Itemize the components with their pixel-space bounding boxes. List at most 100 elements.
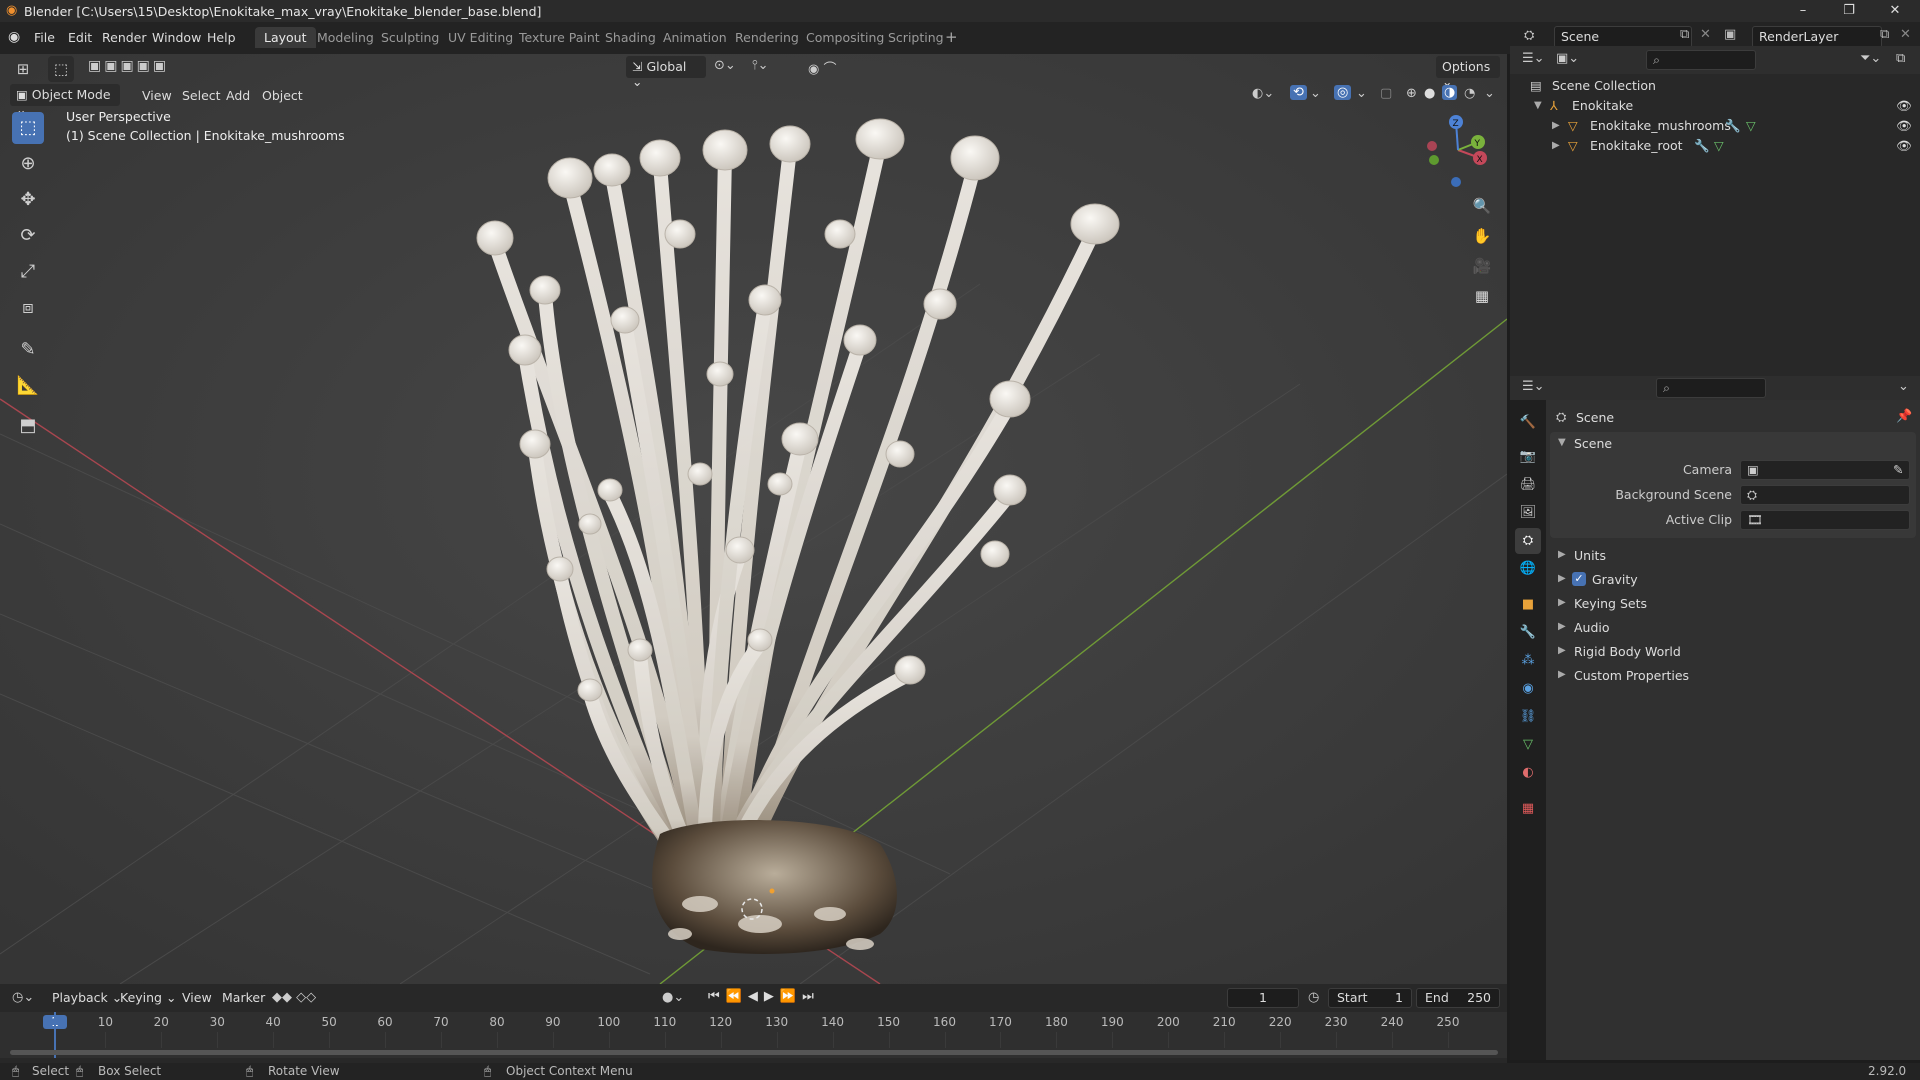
proportional-edit-icon[interactable]: ◉ ⌒ xyxy=(808,58,836,77)
current-frame-field[interactable]: 1 xyxy=(1227,988,1299,1008)
timeline-menu-keying[interactable]: Keying ⌄ xyxy=(114,988,182,1007)
delete-scene-icon[interactable]: ✕ xyxy=(1700,27,1711,42)
background-scene-field[interactable]: ⛭ xyxy=(1740,485,1910,505)
outliner-row-enokitake-mushrooms[interactable]: ▶ ▽ Enokitake_mushrooms 🔧 ▽ 👁 xyxy=(1510,118,1920,138)
scene-type-icon[interactable]: ⛭ xyxy=(1524,28,1534,43)
scene-panel-title[interactable]: Scene xyxy=(1574,436,1612,451)
navigation-gizmo[interactable]: X Y Z xyxy=(1420,110,1500,190)
maximize-button[interactable]: ❐ xyxy=(1826,0,1872,22)
modifier-wrench-icon[interactable]: 🔧 xyxy=(1725,118,1741,134)
overlay-toggle-icon[interactable]: ◎ xyxy=(1334,85,1352,100)
active-clip-field[interactable]: 🎞 xyxy=(1740,510,1910,530)
gizmo-toggle-icon[interactable]: ⟲ xyxy=(1290,85,1307,100)
perspective-grid-icon[interactable]: ▦ xyxy=(1468,282,1496,310)
panel-collapse-arrow-icon[interactable]: ▼ xyxy=(1558,437,1566,448)
constraints-tab-icon[interactable]: ⛓ xyxy=(1515,704,1541,730)
object-tab-icon[interactable]: ■ xyxy=(1515,592,1541,618)
rigid-body-world-section[interactable]: ▶ Rigid Body World xyxy=(1550,642,1916,662)
timeline-track[interactable]: 1102030405060708090100110120130140150160… xyxy=(0,1012,1507,1058)
select-box-modes-icon[interactable]: ▣▣▣▣▣ xyxy=(88,58,169,74)
shading-dropdown-icon[interactable]: ⌄ xyxy=(1484,86,1495,101)
new-scene-icon[interactable]: ⧉ xyxy=(1680,27,1689,42)
playback-controls-icon[interactable]: ⏮⏪◀▶⏩⏭ xyxy=(708,989,820,1004)
audio-section[interactable]: ▶ Audio xyxy=(1550,618,1916,638)
texture-tab-icon[interactable]: ▦ xyxy=(1515,796,1541,822)
new-render-layer-icon[interactable]: ⧉ xyxy=(1880,27,1889,42)
menu-file[interactable]: File xyxy=(28,28,61,47)
particles-tab-icon[interactable]: ⁂ xyxy=(1515,648,1541,674)
tab-sculpting[interactable]: Sculpting xyxy=(372,27,448,48)
material-preview-shading-icon[interactable]: ◑ xyxy=(1442,85,1458,100)
minimize-button[interactable]: – xyxy=(1780,0,1826,22)
output-tab-icon[interactable]: 🖨 xyxy=(1515,472,1541,498)
measure-tool-icon[interactable]: 📐 xyxy=(12,370,44,402)
visibility-eye-icon[interactable]: 👁 xyxy=(1896,118,1912,134)
gizmo-neg-y[interactable] xyxy=(1429,155,1439,165)
scene-selector[interactable]: Scene xyxy=(1554,26,1692,48)
xray-icon[interactable]: ▢ xyxy=(1380,86,1392,101)
tab-animation[interactable]: Animation xyxy=(654,27,736,48)
zoom-icon[interactable]: 🔍 xyxy=(1468,192,1496,220)
gravity-section[interactable]: ▶ ✓ Gravity xyxy=(1550,570,1916,590)
tab-layout[interactable]: Layout xyxy=(255,27,316,48)
delete-render-layer-icon[interactable]: ✕ xyxy=(1900,27,1911,42)
wireframe-shading-icon[interactable]: ⊕ xyxy=(1406,86,1417,101)
record-icon[interactable]: ●⌄ xyxy=(662,990,684,1005)
custom-properties-section[interactable]: ▶ Custom Properties xyxy=(1550,666,1916,686)
transform-orientation-dropdown[interactable]: ⇲ Global ⌄ xyxy=(626,56,706,89)
outliner-row-enokitake-root[interactable]: ▶ ▽ Enokitake_root 🔧 ▽ 👁 xyxy=(1510,138,1920,158)
data-tab-icon[interactable]: ▽ xyxy=(1515,732,1541,758)
eyedropper-icon[interactable]: ✎ xyxy=(1893,462,1903,477)
visibility-eye-icon[interactable]: 👁 xyxy=(1896,98,1912,114)
start-frame-field[interactable]: Start 1 xyxy=(1328,988,1412,1008)
rendered-shading-icon[interactable]: ◔ xyxy=(1464,86,1475,101)
timeline-menu-marker[interactable]: Marker xyxy=(216,988,271,1007)
blender-menu-icon[interactable]: ◉ xyxy=(8,29,20,45)
view-layer-icon[interactable]: ▣ xyxy=(1724,27,1736,42)
tab-texture-paint[interactable]: Texture Paint xyxy=(510,27,609,48)
world-tab-icon[interactable]: 🌐 xyxy=(1515,556,1541,582)
new-collection-icon[interactable]: ⧉ xyxy=(1896,51,1905,66)
transform-tool-icon[interactable]: ⧈ xyxy=(12,292,44,324)
render-tab-icon[interactable]: 📷 xyxy=(1515,444,1541,470)
tab-scripting[interactable]: Scripting xyxy=(879,27,953,48)
outliner-row-scene-collection[interactable]: ▤ Scene Collection xyxy=(1510,78,1920,98)
properties-options-icon[interactable]: ⌄ xyxy=(1898,379,1909,394)
outliner-row-enokitake[interactable]: ▼ ⅄ Enokitake 👁 xyxy=(1510,98,1920,118)
preview-range-icon[interactable]: ◷ xyxy=(1308,990,1319,1005)
scene-tab-icon[interactable]: ⛭ xyxy=(1515,528,1541,554)
camera-field[interactable]: ▣ ✎ xyxy=(1740,460,1910,480)
menu-window[interactable]: Window xyxy=(146,28,207,47)
visibility-eye-icon[interactable]: 👁 xyxy=(1896,138,1912,154)
viewport-menu-add[interactable]: Add xyxy=(220,86,256,105)
viewport-menu-view[interactable]: View xyxy=(136,86,178,105)
timeline-menu-view[interactable]: View xyxy=(176,988,218,1007)
tab-rendering[interactable]: Rendering xyxy=(726,27,808,48)
3d-viewport[interactable] xyxy=(0,54,1507,984)
units-section[interactable]: ▶ Units xyxy=(1550,546,1916,566)
viewport-menu-object[interactable]: Object xyxy=(256,86,309,105)
expand-arrow-icon[interactable]: ▶ xyxy=(1552,120,1560,131)
physics-tab-icon[interactable]: ◉ xyxy=(1515,676,1541,702)
close-button[interactable]: ✕ xyxy=(1872,0,1918,22)
editor-type-icon[interactable]: ⊞ xyxy=(10,56,36,82)
move-tool-icon[interactable]: ✥ xyxy=(12,184,44,216)
properties-editor-icon[interactable]: ☰⌄ xyxy=(1522,379,1545,394)
pan-hand-icon[interactable]: ✋ xyxy=(1468,222,1496,250)
snap-icon[interactable]: ⫯⌄ xyxy=(752,58,769,73)
expand-arrow-icon[interactable]: ▼ xyxy=(1534,100,1542,111)
expand-arrow-icon[interactable]: ▶ xyxy=(1552,140,1560,151)
object-mode-dropdown[interactable]: ▣ Object Mode ⌄ xyxy=(10,84,120,117)
outliner-editor-icon[interactable]: ☰⌄ xyxy=(1522,51,1545,66)
view-layer-tab-icon[interactable]: 🖼 xyxy=(1515,500,1541,526)
material-tab-icon[interactable]: ◐ xyxy=(1515,760,1541,786)
annotate-tool-icon[interactable]: ✎ xyxy=(12,334,44,366)
overlay-dropdown-icon[interactable]: ⌄ xyxy=(1356,86,1367,101)
gizmo-neg-z[interactable] xyxy=(1451,177,1461,187)
tool-tab-icon[interactable]: 🔨 xyxy=(1515,410,1541,436)
camera-view-icon[interactable]: 🎥 xyxy=(1468,252,1496,280)
keyframe-icons[interactable]: ◆◆ ◇◇ xyxy=(272,990,316,1005)
filter-icon[interactable]: ⏷⌄ xyxy=(1860,51,1881,66)
select-mode-icon[interactable]: ⬚ xyxy=(48,56,74,82)
rotate-tool-icon[interactable]: ⟳ xyxy=(12,220,44,252)
